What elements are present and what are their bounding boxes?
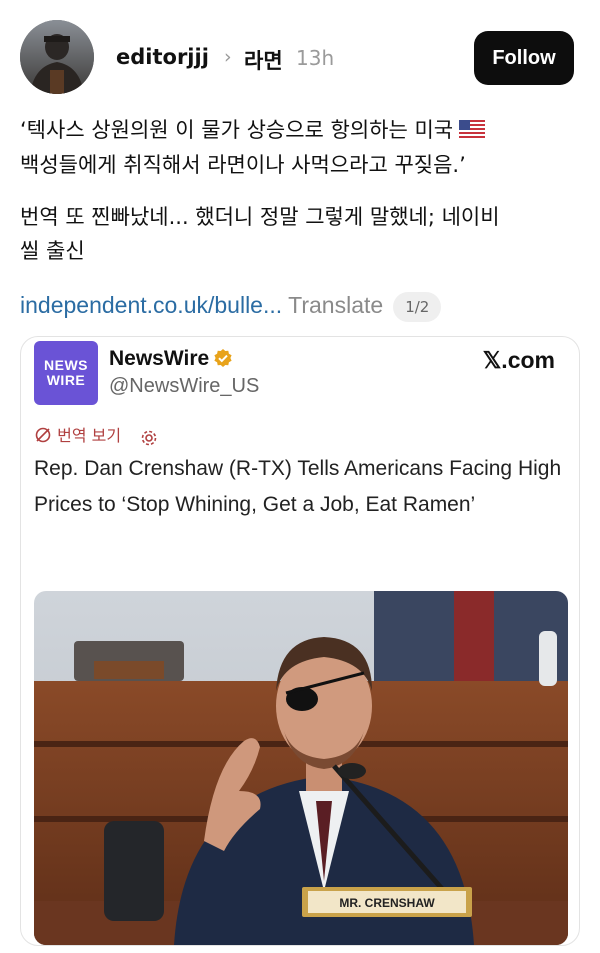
verified-badge-icon	[213, 348, 233, 374]
post-text-line: 백성들에게 취직해서 라면이나 사먹으라고 꾸짖음.’	[20, 153, 466, 177]
embed-tweet-text: Rep. Dan Crenshaw (R-TX) Tells Americans…	[34, 457, 562, 516]
translate-icon	[34, 426, 52, 445]
post-text-paragraph-1: ‘텍사스 상원의원 이 물가 상승으로 항의하는 미국 백성들에게 취직해서 라…	[20, 113, 580, 182]
embedded-post-card[interactable]: NEWS WIRE NewsWire @NewsWire_US 𝕏.com 번역…	[20, 336, 580, 946]
us-flag-icon	[459, 114, 486, 148]
nameplate-text: MR. CRENSHAW	[339, 896, 435, 910]
page-indicator: 1/2	[393, 292, 442, 322]
post-text-line: 씰 출신	[20, 239, 85, 263]
post-text-line: 번역 또 찐빠났네... 했더니 정말 그렇게 말했네; 네이비	[20, 205, 500, 229]
username[interactable]: editorjjj	[116, 45, 209, 69]
translate-row[interactable]: 번역 보기	[34, 425, 158, 447]
newswire-logo: NEWS WIRE	[34, 341, 98, 405]
gear-icon[interactable]	[140, 428, 158, 450]
post-time: 13h	[296, 46, 335, 70]
avatar[interactable]	[20, 20, 94, 94]
chevron-right-icon: ›	[224, 46, 232, 68]
post-text-line: ‘텍사스 상원의원 이 물가 상승으로 항의하는 미국	[20, 118, 454, 142]
embed-account-name[interactable]: NewsWire	[109, 347, 233, 374]
article-link[interactable]: independent.co.uk/bulle...	[20, 292, 282, 318]
translate-button[interactable]: Translate	[288, 292, 383, 318]
embed-handle: @NewsWire_US	[109, 375, 260, 397]
translate-view-label[interactable]: 번역 보기	[57, 426, 121, 445]
topic-tag[interactable]: 라면	[244, 45, 283, 75]
post-header: editorjjj › 라면 13h Follow	[20, 20, 580, 96]
link-row: independent.co.uk/bulle... Translate 1/2	[20, 288, 580, 322]
source-label: 𝕏.com	[482, 347, 555, 373]
article-photo[interactable]: MR. CRENSHAW	[34, 591, 568, 945]
follow-button[interactable]: Follow	[474, 31, 574, 85]
post-text-paragraph-2: 번역 또 찐빠났네... 했더니 정말 그렇게 말했네; 네이비 씰 출신	[20, 200, 580, 268]
